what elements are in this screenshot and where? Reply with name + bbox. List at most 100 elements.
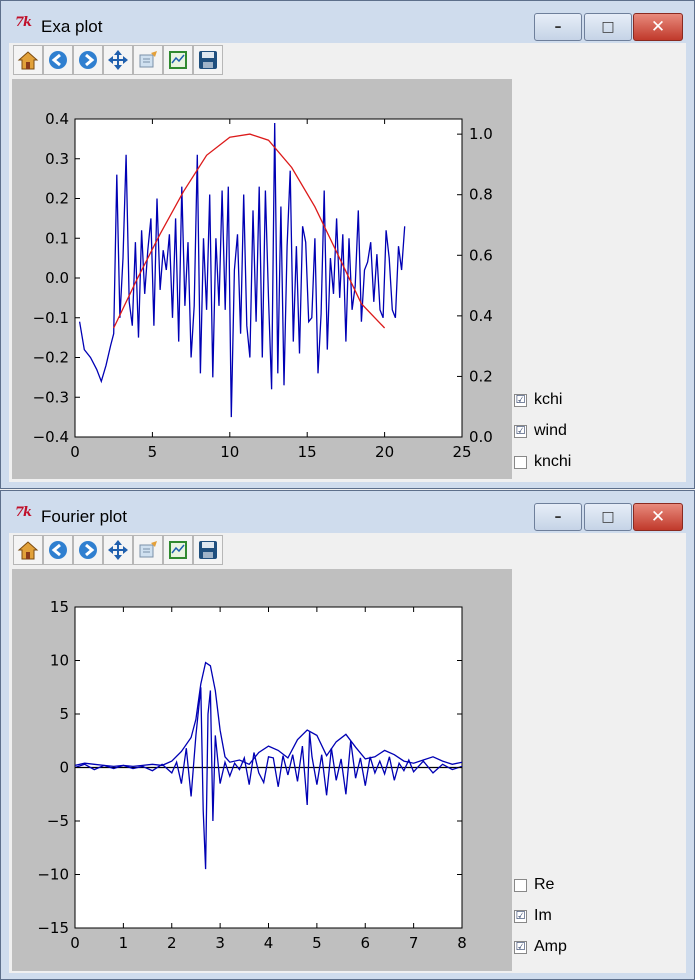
tk-feather-icon: 7k (15, 15, 32, 30)
checkbox-label: knchi (534, 453, 572, 470)
checkbox-label: wind (534, 422, 567, 439)
back-arrow-icon (49, 541, 67, 559)
y-tick-label: 0.1 (45, 229, 69, 247)
y-tick-label: −10 (37, 866, 69, 884)
y2-tick-label: 1.0 (469, 125, 493, 143)
checkbox-box[interactable]: ☑ (514, 909, 527, 923)
y-tick-label: 0.3 (45, 150, 69, 168)
checkbox-label: Re (534, 876, 555, 893)
maximize-icon: □ (601, 509, 615, 525)
plot-canvas[interactable]: 0 1 2 3 4 5 6 7 8 15 10 5 0 −5 −10 −15 (12, 569, 512, 971)
home-icon (17, 51, 39, 70)
pan-button[interactable] (103, 45, 133, 75)
navigation-toolbar (13, 45, 223, 77)
exa-plot-window: 7k Exa plot – □ ✕ 0 5 10 15 20 25 0.4 0.… (0, 0, 695, 489)
home-button[interactable] (13, 45, 43, 75)
minimize-button[interactable]: – (534, 503, 582, 531)
y2-tick-label: 0.4 (469, 307, 493, 325)
save-button[interactable] (193, 45, 223, 75)
checkbox-kchi[interactable]: ☑ kchi (514, 391, 562, 409)
y-tick-label: 0.0 (45, 269, 69, 287)
home-icon (17, 541, 39, 560)
pan-button[interactable] (103, 535, 133, 565)
y2-tick-label: 0.0 (469, 428, 493, 446)
title-bar[interactable]: 7k Fourier plot – □ ✕ (1, 491, 694, 533)
save-icon (199, 541, 217, 559)
x-tick-label: 20 (375, 443, 394, 461)
x-tick-label: 7 (409, 934, 419, 952)
minimize-button[interactable]: – (534, 13, 582, 41)
exa-chart: 0 5 10 15 20 250.40.30.20.10.0−0.1−0.2−0.3−0.… (33, 110, 493, 461)
subplots-icon (169, 51, 187, 69)
x-tick-label: 0 (70, 443, 80, 461)
y-tick-label: −0.4 (33, 428, 69, 446)
save-icon (199, 51, 217, 69)
zoom-button[interactable] (133, 535, 163, 565)
checkbox-knchi[interactable]: knchi (514, 453, 571, 471)
zoom-button[interactable] (133, 45, 163, 75)
back-button[interactable] (43, 45, 73, 75)
checkbox-box[interactable] (514, 455, 527, 469)
fourier-plot-window: 7k Fourier plot – □ ✕ 0 1 2 3 4 5 6 7 8 … (0, 490, 695, 980)
x-tick-label: 0 (70, 934, 80, 952)
checkbox-box[interactable] (514, 878, 527, 892)
maximize-icon: □ (601, 19, 615, 35)
close-icon: ✕ (650, 507, 666, 527)
zoom-icon (139, 541, 157, 558)
y2-tick-label: 0.8 (469, 186, 493, 204)
y-tick-label: −0.2 (33, 349, 69, 367)
y-tick-label: 0.2 (45, 190, 69, 208)
checkbox-box[interactable]: ☑ (514, 424, 527, 438)
y-tick-label: −15 (37, 919, 69, 937)
x-tick-label: 15 (298, 443, 317, 461)
subplots-button[interactable] (163, 535, 193, 565)
back-button[interactable] (43, 535, 73, 565)
checkbox-wind[interactable]: ☑ wind (514, 422, 567, 440)
y-tick-label: 0 (59, 759, 69, 777)
maximize-button[interactable]: □ (584, 503, 632, 531)
window-title: Exa plot (41, 17, 103, 36)
checkbox-label: Amp (534, 938, 567, 955)
back-arrow-icon (49, 51, 67, 69)
close-button[interactable]: ✕ (633, 503, 683, 531)
subplots-icon (169, 541, 187, 559)
tk-feather-icon: 7k (15, 505, 32, 520)
navigation-toolbar (13, 535, 223, 567)
close-icon: ✕ (650, 17, 666, 37)
x-tick-label: 2 (167, 934, 177, 952)
title-bar[interactable]: 7k Exa plot – □ ✕ (1, 1, 694, 43)
home-button[interactable] (13, 535, 43, 565)
plot-canvas[interactable]: 0 5 10 15 20 25 0.4 0.3 0.2 0.1 0.0 −0.1 −0.2 −0.3 −0.… (12, 79, 512, 479)
x-tick-label: 1 (119, 934, 129, 952)
y-tick-label: 0.4 (45, 110, 69, 128)
forward-button[interactable] (73, 45, 103, 75)
subplots-button[interactable] (163, 45, 193, 75)
y2-tick-label: 0.2 (469, 367, 493, 385)
close-button[interactable]: ✕ (633, 13, 683, 41)
y-tick-label: 5 (59, 705, 69, 723)
y-tick-label: −0.3 (33, 388, 69, 406)
window-client: 0 1 2 3 4 5 6 7 8 15 10 5 0 −5 −10 −15 Re ☑ Im ☑ Amp (9, 533, 686, 973)
checkbox-box[interactable]: ☑ (514, 940, 527, 954)
y2-tick-label: 0.6 (469, 246, 493, 264)
fourier-chart: 0 1 2 3 4 5 6 7 8 15 10 5 0 −5 −10 −15 (37, 598, 466, 952)
window-title: Fourier plot (41, 507, 127, 526)
checkbox-amp[interactable]: ☑ Amp (514, 938, 567, 956)
save-button[interactable] (193, 535, 223, 565)
zoom-icon (139, 51, 157, 68)
forward-button[interactable] (73, 535, 103, 565)
minimize-icon: – (554, 19, 562, 35)
x-tick-label: 5 (148, 443, 158, 461)
forward-arrow-icon (79, 541, 97, 559)
checkbox-re[interactable]: Re (514, 876, 554, 894)
y-tick-label: 15 (50, 598, 69, 616)
x-tick-label: 6 (360, 934, 370, 952)
maximize-button[interactable]: □ (584, 13, 632, 41)
y-tick-label: 10 (50, 652, 69, 670)
x-tick-label: 5 (312, 934, 322, 952)
x-tick-label: 3 (215, 934, 225, 952)
y-tick-label: −0.1 (33, 309, 69, 327)
x-tick-label: 10 (220, 443, 239, 461)
checkbox-box[interactable]: ☑ (514, 393, 527, 407)
checkbox-im[interactable]: ☑ Im (514, 907, 552, 925)
